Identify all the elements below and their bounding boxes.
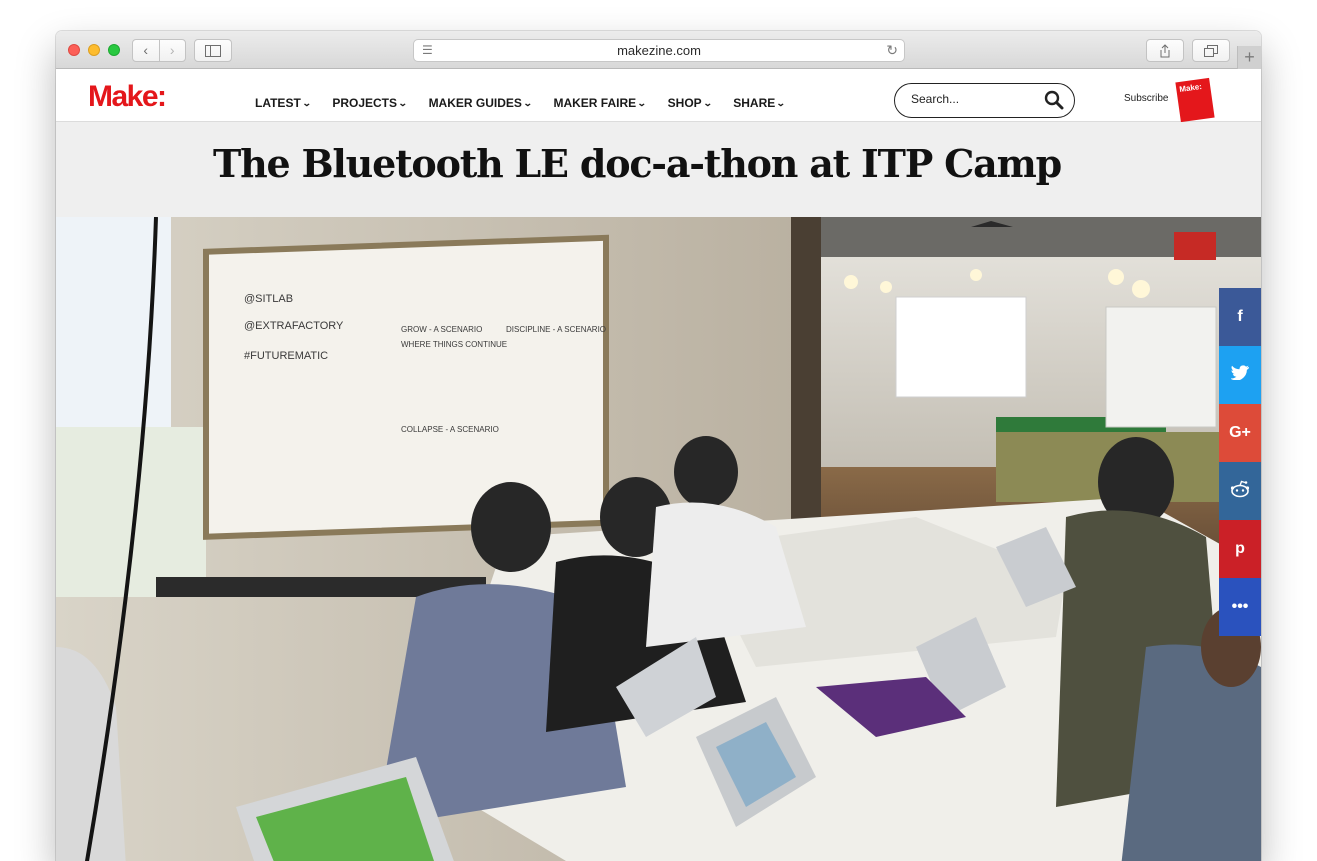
tabs-icon	[1204, 44, 1218, 57]
reload-icon[interactable]: ↻	[886, 40, 898, 61]
nav-label: SHARE	[733, 96, 776, 110]
nav-label: MAKER GUIDES	[428, 96, 522, 110]
sidebar-toggle-button[interactable]	[194, 39, 232, 62]
main-nav: LATEST ⌄ PROJECTS ⌄ MAKER GUIDES ⌄ MAKER FA…	[255, 96, 807, 110]
forward-button[interactable]: ›	[158, 40, 186, 61]
make-logo[interactable]: Make:	[88, 80, 167, 114]
browser-toolbar: ‹ › ☰ makezine.com ↻ +	[56, 31, 1261, 69]
svg-text:#FUTUREMATIC: #FUTUREMATIC	[244, 350, 328, 362]
new-tab-button[interactable]: +	[1237, 46, 1261, 69]
nav-label: PROJECTS	[332, 96, 398, 110]
back-button[interactable]: ‹	[133, 40, 159, 61]
chevron-down-icon: ⌄	[301, 97, 312, 108]
google-plus-icon: G+	[1229, 424, 1251, 441]
zoom-window-button[interactable]	[108, 44, 120, 56]
sidebar-icon	[205, 44, 221, 57]
share-button[interactable]	[1146, 39, 1184, 62]
more-share-button[interactable]: •••	[1219, 578, 1261, 636]
svg-text:COLLAPSE - A SCENARIO: COLLAPSE - A SCENARIO	[401, 425, 499, 434]
svg-text:GROW - A SCENARIO: GROW - A SCENARIO	[401, 325, 482, 334]
close-window-button[interactable]	[68, 44, 80, 56]
nav-shop[interactable]: SHOP ⌄	[667, 96, 713, 110]
history-nav: ‹ ›	[132, 39, 186, 62]
share-icon	[1160, 43, 1170, 57]
hero-photo-illustration: @SITLAB @EXTRAFACTORY #FUTUREMATIC GROW - …	[56, 217, 1261, 861]
search-box	[894, 83, 1075, 118]
reddit-share-button[interactable]	[1219, 462, 1261, 520]
search-input[interactable]	[911, 92, 1031, 106]
nav-label: SHOP	[667, 96, 702, 110]
reader-view-icon[interactable]: ☰	[422, 40, 433, 61]
nav-maker-faire[interactable]: MAKER FAIRE ⌄	[553, 96, 647, 110]
magazine-cover-label: Make:	[1178, 81, 1203, 95]
svg-text:DISCIPLINE - A SCENARIO: DISCIPLINE - A SCENARIO	[506, 325, 606, 334]
social-share-bar: f G+ p •••	[1219, 288, 1261, 636]
chevron-down-icon: ⌄	[636, 97, 647, 108]
article-title: The Bluetooth LE doc-a-thon at ITP Camp	[213, 141, 1062, 186]
article-header: The Bluetooth LE doc-a-thon at ITP Camp	[56, 122, 1261, 217]
reddit-icon	[1230, 480, 1250, 503]
subscribe-link[interactable]: Subscribe	[1124, 93, 1168, 104]
show-tabs-button[interactable]	[1192, 39, 1230, 62]
minimize-window-button[interactable]	[88, 44, 100, 56]
nav-share[interactable]: SHARE ⌄	[733, 96, 786, 110]
nav-projects[interactable]: PROJECTS ⌄	[332, 96, 408, 110]
chevron-down-icon: ⌄	[776, 97, 786, 108]
facebook-share-button[interactable]: f	[1219, 288, 1261, 346]
nav-label: LATEST	[255, 96, 301, 110]
url-text: makezine.com	[617, 43, 701, 58]
nav-maker-guides[interactable]: MAKER GUIDES ⌄	[428, 96, 533, 110]
magazine-cover[interactable]: Make:	[1175, 77, 1215, 123]
more-icon: •••	[1231, 598, 1249, 615]
search-icon[interactable]	[1044, 90, 1064, 110]
address-bar[interactable]: ☰ makezine.com ↻	[413, 39, 905, 62]
chevron-down-icon: ⌄	[702, 97, 713, 108]
pinterest-icon: p	[1235, 540, 1245, 557]
article-hero-photo: @SITLAB @EXTRAFACTORY #FUTUREMATIC GROW - …	[56, 217, 1261, 861]
google-plus-share-button[interactable]: G+	[1219, 404, 1261, 462]
svg-text:@EXTRAFACTORY: @EXTRAFACTORY	[244, 320, 344, 332]
twitter-share-button[interactable]	[1219, 346, 1261, 404]
nav-label: MAKER FAIRE	[553, 96, 637, 110]
facebook-icon: f	[1237, 308, 1243, 325]
pinterest-share-button[interactable]: p	[1219, 520, 1261, 578]
nav-latest[interactable]: LATEST ⌄	[255, 96, 312, 110]
twitter-icon	[1230, 365, 1249, 385]
chevron-down-icon: ⌄	[397, 97, 408, 108]
chevron-down-icon: ⌄	[522, 97, 533, 108]
svg-text:WHERE THINGS CONTINUE: WHERE THINGS CONTINUE	[401, 340, 507, 349]
svg-text:@SITLAB: @SITLAB	[244, 293, 293, 305]
browser-window: ‹ › ☰ makezine.com ↻ + Make: LATEST ⌄ PRO…	[56, 31, 1261, 861]
site-header: Make: LATEST ⌄ PROJECTS ⌄ MAKER GUIDES ⌄ MA…	[56, 70, 1261, 123]
